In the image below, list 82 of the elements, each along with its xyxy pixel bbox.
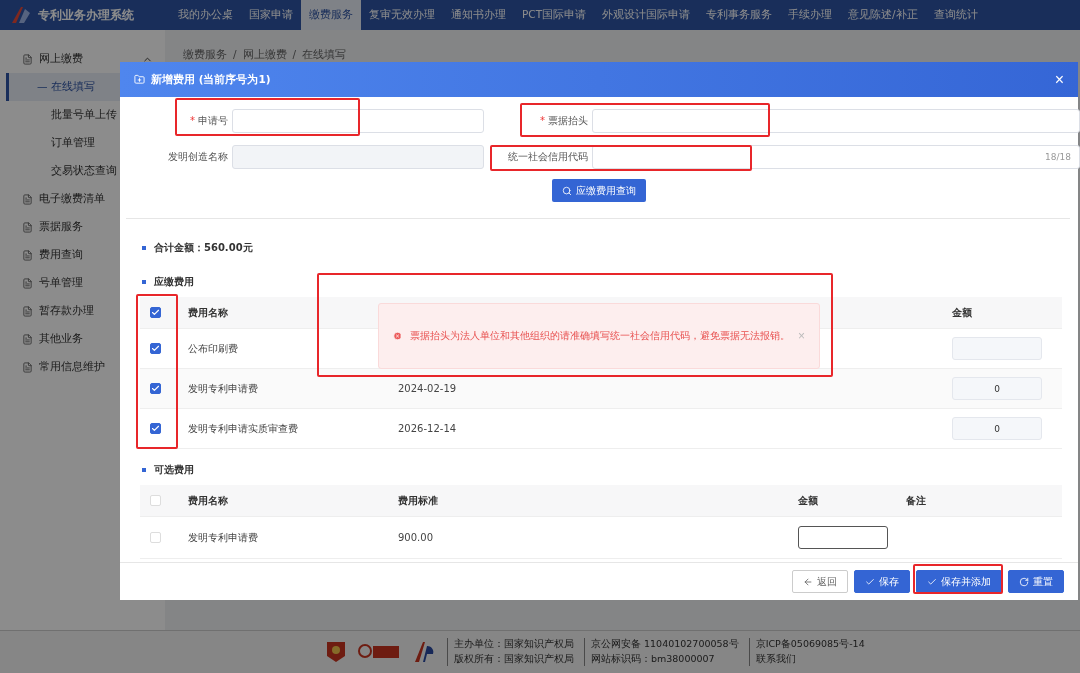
footer-text[interactable]: 联系我们	[755, 653, 865, 666]
column-header: 费用名称	[188, 493, 229, 508]
check-icon	[927, 576, 937, 587]
folder-icon	[134, 74, 145, 85]
footer-text: 版权所有：国家知识产权局	[454, 653, 574, 666]
nav-tab[interactable]: 意见陈述/补正	[840, 0, 926, 30]
document-icon	[22, 305, 33, 317]
input-field[interactable]	[592, 109, 1080, 133]
dialog-button[interactable]: 保存	[854, 570, 910, 593]
section-title: 可选费用	[154, 463, 194, 477]
column-header: 金额	[952, 305, 973, 320]
nav-tab[interactable]: 我的办公桌	[170, 0, 241, 30]
nav-tab[interactable]: 专利事务服务	[698, 0, 781, 30]
breadcrumb-item[interactable]: 网上缴费	[242, 48, 287, 62]
nav-tab[interactable]: 国家申请	[241, 0, 301, 30]
field-label: 发明创造名称	[167, 150, 228, 164]
nav-tab[interactable]: 缴费服务	[301, 0, 361, 30]
sidebar-item[interactable]: 常用信息维护	[0, 353, 165, 381]
dialog-button[interactable]: 重置	[1008, 570, 1064, 593]
input-field[interactable]: 18/18	[592, 145, 1080, 169]
nav-tab[interactable]: 通知书办理	[443, 0, 514, 30]
query-button[interactable]: 应缴费用查询	[552, 179, 646, 202]
app-title: 专利业务办理系统	[38, 6, 134, 24]
checkbox[interactable]	[150, 307, 161, 318]
nav-tab[interactable]: 查询统计	[925, 0, 986, 30]
input-field[interactable]	[232, 109, 484, 133]
column-header: 备注	[906, 493, 927, 508]
sidebar-item[interactable]: 电子缴费清单	[0, 185, 165, 213]
table-cell-text: 公布印刷费	[188, 341, 239, 356]
document-icon	[22, 221, 33, 233]
checkbox[interactable]	[150, 423, 161, 434]
nav-tab[interactable]: 手续办理	[780, 0, 841, 30]
sidebar-item[interactable]: 网上缴费	[0, 45, 165, 73]
breadcrumb-separator: /	[292, 48, 297, 62]
table-cell-text: 发明专利申请费	[188, 530, 259, 545]
checkbox[interactable]	[150, 383, 161, 394]
table-cell-text: 2024-02-19	[398, 383, 458, 394]
nav-tab[interactable]: PCT国际申请	[514, 0, 595, 30]
check-icon	[865, 576, 875, 587]
table-cell-text: 2026-12-14	[398, 423, 458, 434]
field-label: * 申请号	[189, 114, 228, 128]
column-header: 费用标准	[398, 493, 439, 508]
column-header: 费用名称	[188, 305, 229, 320]
footer-text: 网站标识码：bm38000007	[591, 653, 716, 666]
table-cell-text: 发明专利申请费	[188, 381, 259, 396]
sidebar-item[interactable]: 票据服务	[0, 213, 165, 241]
amount-field[interactable]	[798, 526, 888, 549]
table-cell-text: 900.00	[398, 532, 434, 543]
toast-message: 票据抬头为法人单位和其他组织的请准确填写统一社会信用代码，避免票据无法报销。	[410, 329, 790, 343]
amount-field[interactable]: 0	[952, 417, 1042, 440]
emblem-icon	[325, 640, 347, 664]
close-button[interactable]: ×	[1054, 70, 1064, 89]
document-icon	[22, 193, 33, 205]
footer-text: 主办单位：国家知识产权局	[454, 638, 574, 651]
checkbox[interactable]	[150, 343, 161, 354]
dialog-button[interactable]: 返回	[792, 570, 848, 593]
section-title: 应缴费用	[154, 275, 194, 289]
sidebar-item[interactable]: 其他业务	[0, 325, 165, 353]
sidebar-item[interactable]: 暂存款办理	[0, 297, 165, 325]
refresh-icon	[1019, 576, 1029, 587]
column-header: 金额	[798, 493, 819, 508]
field-label: * 票据抬头	[539, 114, 588, 128]
breadcrumb-item[interactable]: 缴费服务	[183, 48, 227, 62]
breadcrumb-item: 在线填写	[302, 48, 347, 62]
arrow-left-icon	[803, 576, 813, 587]
footer-text: 京公网安备 11040102700058号	[591, 638, 739, 651]
total-amount: 合计金额：560.00元	[154, 241, 253, 255]
footer-text: 京ICP备05069085号-14	[755, 638, 865, 651]
dialog-button[interactable]: 保存并添加	[916, 570, 1002, 593]
document-icon	[22, 361, 33, 373]
field-label: 统一社会信用代码	[507, 150, 588, 164]
nav-tab[interactable]: 外观设计国际申请	[594, 0, 699, 30]
search-icon	[562, 185, 572, 196]
nav-tab[interactable]: 复审无效办理	[361, 0, 443, 30]
document-icon	[22, 249, 33, 261]
document-icon	[22, 333, 33, 345]
document-icon	[22, 277, 33, 289]
logo-icon	[10, 5, 32, 25]
breadcrumb-separator: /	[233, 48, 237, 62]
document-icon	[22, 53, 33, 65]
table-cell-text: 发明专利申请实质审查费	[188, 421, 299, 436]
amount-field[interactable]: 0	[952, 377, 1042, 400]
